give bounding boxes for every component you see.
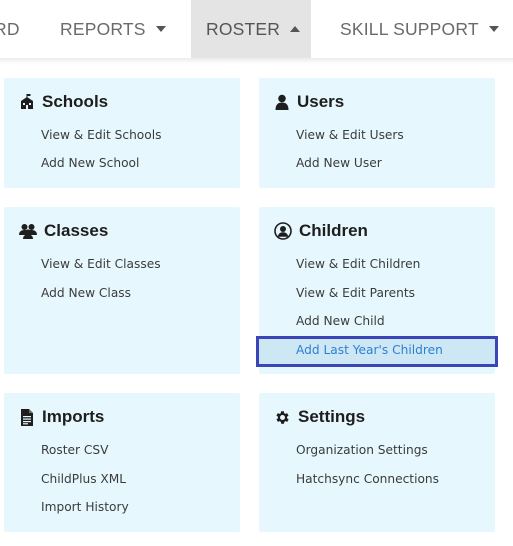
card-settings: Settings Organization Settings Hatchsync… bbox=[259, 393, 495, 532]
caret-down-icon bbox=[155, 26, 166, 32]
link-add-new-school[interactable]: Add New School bbox=[41, 156, 139, 170]
card-title-classes: Classes bbox=[19, 221, 108, 241]
group-icon bbox=[19, 224, 37, 239]
child-icon bbox=[274, 222, 292, 240]
card-imports: Imports Roster CSV ChildPlus XML Import … bbox=[4, 393, 240, 532]
nav-item-label: ROSTER bbox=[206, 18, 281, 39]
link-view-edit-classes[interactable]: View & Edit Classes bbox=[41, 257, 161, 271]
card-classes: Classes View & Edit Classes Add New Clas… bbox=[4, 207, 240, 374]
school-icon bbox=[21, 94, 33, 109]
link-roster-csv[interactable]: Roster CSV bbox=[41, 443, 108, 457]
top-nav: RD REPORTS ROSTER SKILL SUPPORT bbox=[0, 0, 513, 58]
link-view-edit-schools[interactable]: View & Edit Schools bbox=[41, 128, 161, 142]
document-icon bbox=[21, 408, 33, 426]
link-view-edit-children[interactable]: View & Edit Children bbox=[296, 257, 420, 271]
card-title-settings: Settings bbox=[274, 407, 365, 427]
gear-icon bbox=[276, 410, 289, 424]
link-childplus-xml[interactable]: ChildPlus XML bbox=[41, 472, 126, 486]
link-view-edit-users[interactable]: View & Edit Users bbox=[296, 128, 404, 142]
card-title-schools: Schools bbox=[19, 92, 108, 112]
card-users: Users View & Edit Users Add New User bbox=[259, 78, 495, 188]
nav-item-roster[interactable]: ROSTER bbox=[191, 0, 311, 58]
card-title-users: Users bbox=[274, 92, 344, 112]
link-add-new-user[interactable]: Add New User bbox=[296, 156, 382, 170]
nav-item-reports[interactable]: REPORTS bbox=[60, 0, 166, 58]
link-add-last-years-children[interactable]: Add Last Year's Children bbox=[296, 343, 443, 357]
card-schools: Schools View & Edit Schools Add New Scho… bbox=[4, 78, 240, 188]
link-view-edit-parents[interactable]: View & Edit Parents bbox=[296, 286, 415, 300]
link-add-new-class[interactable]: Add New Class bbox=[41, 286, 131, 300]
link-import-history[interactable]: Import History bbox=[41, 500, 129, 514]
menu-divider bbox=[0, 58, 513, 64]
user-icon bbox=[275, 94, 289, 110]
caret-down-icon bbox=[488, 26, 499, 32]
link-hatchsync-connections[interactable]: Hatchsync Connections bbox=[296, 472, 439, 486]
card-title-children: Children bbox=[274, 221, 368, 241]
nav-item-label: REPORTS bbox=[60, 18, 146, 39]
caret-up-icon bbox=[290, 26, 301, 32]
card-title-imports: Imports bbox=[19, 407, 104, 427]
link-organization-settings[interactable]: Organization Settings bbox=[296, 443, 428, 457]
nav-item-dashboard[interactable]: RD bbox=[0, 0, 20, 58]
link-add-new-child[interactable]: Add New Child bbox=[296, 314, 385, 328]
nav-item-label: RD bbox=[0, 18, 20, 39]
nav-item-skill-support[interactable]: SKILL SUPPORT bbox=[340, 0, 499, 58]
nav-item-label: SKILL SUPPORT bbox=[340, 18, 479, 39]
